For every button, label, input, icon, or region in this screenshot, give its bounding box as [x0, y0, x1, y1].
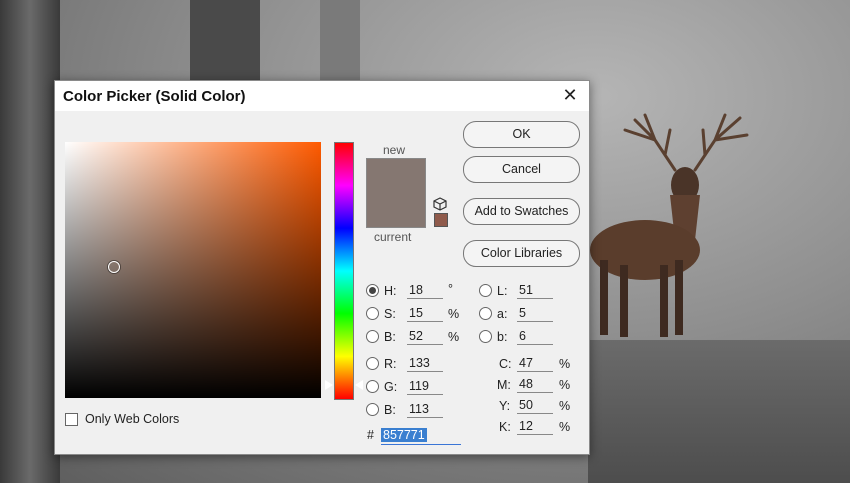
m-label: M:	[497, 378, 511, 392]
s-label: S:	[384, 307, 396, 321]
a-input[interactable]: 5	[517, 305, 553, 322]
c-unit: %	[559, 357, 571, 371]
hue-slider-right-handle[interactable]	[355, 380, 363, 390]
y-unit: %	[559, 399, 571, 413]
b-unit: %	[448, 330, 460, 344]
current-label: current	[374, 230, 412, 244]
close-icon[interactable]: ✕	[559, 84, 581, 106]
hue-slider[interactable]	[334, 142, 354, 400]
h-input[interactable]: 18	[407, 282, 443, 299]
dialog-title: Color Picker (Solid Color)	[63, 88, 246, 105]
color-field[interactable]	[65, 142, 321, 398]
blue-label: B:	[384, 403, 396, 417]
title-bar: Color Picker (Solid Color) ✕	[55, 81, 589, 111]
y-input[interactable]: 50	[517, 397, 553, 414]
y-label: Y:	[499, 399, 511, 413]
b-input[interactable]: 52	[407, 328, 443, 345]
lab-b-radio[interactable]	[479, 330, 492, 343]
r-radio[interactable]	[366, 357, 379, 370]
color-swatch	[366, 158, 426, 228]
web-safe-swatch[interactable]	[434, 213, 448, 227]
s-radio[interactable]	[366, 307, 379, 320]
h-radio[interactable]	[366, 284, 379, 297]
b-label: B:	[384, 330, 396, 344]
color-field-marker[interactable]	[108, 261, 120, 273]
cancel-button[interactable]: Cancel	[463, 156, 580, 183]
tree-trunk-back	[190, 0, 260, 80]
cube-icon[interactable]	[433, 197, 447, 211]
new-color-swatch	[367, 159, 425, 193]
s-unit: %	[448, 307, 460, 321]
l-input[interactable]: 51	[517, 282, 553, 299]
only-web-colors-label[interactable]: Only Web Colors	[85, 412, 179, 426]
hex-label: #	[367, 428, 374, 442]
new-label: new	[383, 143, 406, 157]
color-picker-dialog: Color Picker (Solid Color) ✕ new current…	[54, 80, 590, 455]
b-radio[interactable]	[366, 330, 379, 343]
tree-trunk-back-2	[320, 0, 360, 80]
current-color-swatch[interactable]	[367, 193, 425, 227]
only-web-colors-checkbox[interactable]	[65, 413, 78, 426]
deer-image	[590, 113, 749, 337]
g-label: G:	[384, 380, 398, 394]
k-unit: %	[559, 420, 571, 434]
lab-b-input[interactable]: 6	[517, 328, 553, 345]
r-input[interactable]: 133	[407, 355, 443, 372]
ground	[588, 340, 850, 483]
k-label: K:	[499, 420, 511, 434]
hue-slider-left-handle[interactable]	[325, 380, 333, 390]
s-input[interactable]: 15	[407, 305, 443, 322]
hex-input[interactable]: 857771	[381, 426, 461, 445]
r-label: R:	[384, 357, 397, 371]
h-label: H:	[384, 284, 397, 298]
m-unit: %	[559, 378, 571, 392]
a-radio[interactable]	[479, 307, 492, 320]
blue-radio[interactable]	[366, 403, 379, 416]
hex-value[interactable]: 857771	[381, 428, 427, 442]
l-radio[interactable]	[479, 284, 492, 297]
g-radio[interactable]	[366, 380, 379, 393]
m-input[interactable]: 48	[517, 376, 553, 393]
tree-trunk-left	[0, 0, 60, 483]
a-label: a:	[497, 307, 508, 321]
add-to-swatches-button[interactable]: Add to Swatches	[463, 198, 580, 225]
c-input[interactable]: 47	[517, 355, 553, 372]
h-unit: °	[448, 282, 453, 296]
l-label: L:	[497, 284, 508, 298]
blue-input[interactable]: 113	[407, 401, 443, 418]
c-label: C:	[499, 357, 512, 371]
k-input[interactable]: 12	[517, 418, 553, 435]
ok-button[interactable]: OK	[463, 121, 580, 148]
g-input[interactable]: 119	[407, 378, 443, 395]
lab-b-label: b:	[497, 330, 508, 344]
color-libraries-button[interactable]: Color Libraries	[463, 240, 580, 267]
